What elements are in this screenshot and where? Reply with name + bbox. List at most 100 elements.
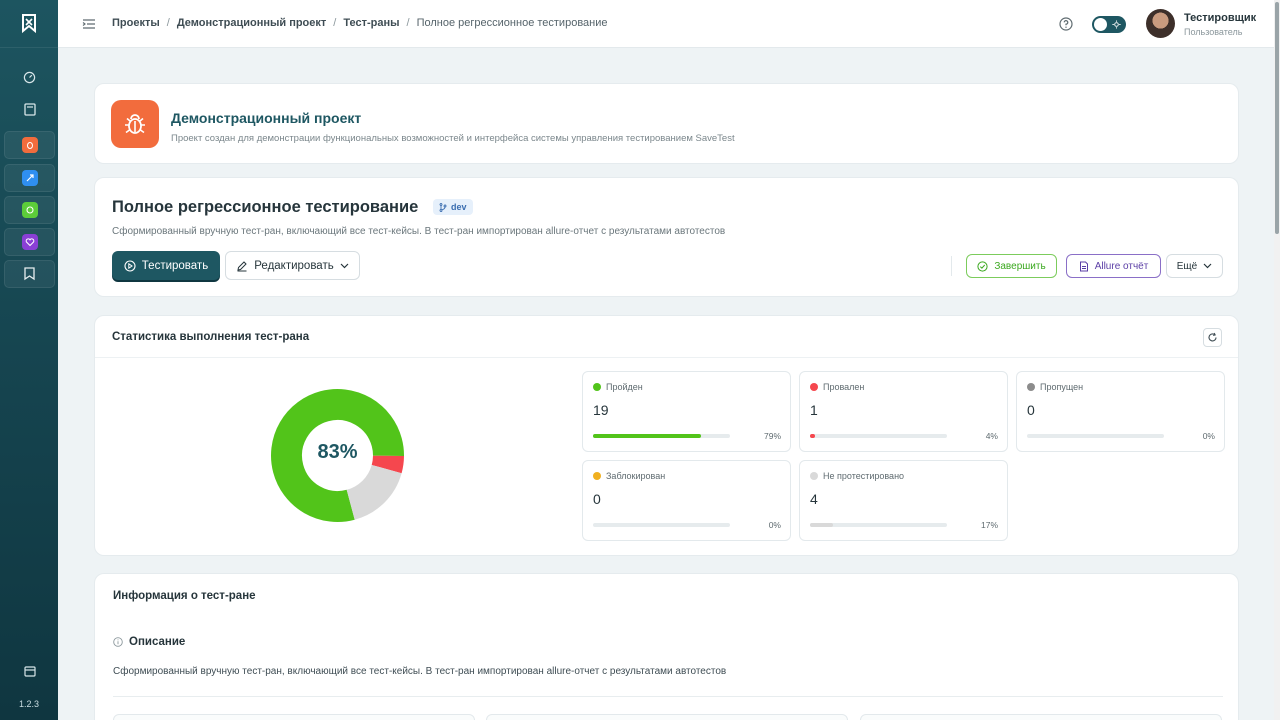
chevron-down-icon bbox=[340, 263, 349, 268]
sidebar-item-library[interactable] bbox=[4, 95, 55, 123]
page-scrollbar[interactable] bbox=[1274, 0, 1280, 720]
stat-label: Пропущен bbox=[1040, 382, 1084, 392]
stat-progress-fill bbox=[810, 434, 816, 438]
status-dot bbox=[1027, 383, 1035, 391]
stat-progress-track bbox=[593, 523, 730, 527]
app-version: 1.2.3 bbox=[18, 699, 40, 709]
scrollbar-thumb[interactable] bbox=[1275, 2, 1279, 234]
sidebar-item-project-rocket[interactable] bbox=[4, 164, 55, 192]
breadcrumb-current: Полное регрессионное тестирование bbox=[416, 17, 608, 29]
branch-name: dev bbox=[451, 202, 467, 212]
menu-toggle-icon[interactable] bbox=[82, 17, 96, 31]
stat-count: 0 bbox=[593, 491, 601, 507]
breadcrumb-test-runs[interactable]: Тест-раны bbox=[343, 17, 399, 29]
stat-progress-fill bbox=[810, 523, 834, 527]
info-divider bbox=[113, 696, 1223, 697]
stat-progress-track bbox=[593, 434, 730, 438]
play-circle-icon bbox=[124, 259, 136, 272]
branch-badge: dev bbox=[433, 199, 473, 215]
test-run-info-card: Информация о тест-ране Описание Сформиро… bbox=[94, 573, 1239, 720]
description-text: Сформированный вручную тест-ран, включаю… bbox=[113, 666, 727, 677]
start-testing-label: Тестировать bbox=[141, 259, 209, 272]
stat-tile: Пройден 19 79% bbox=[582, 371, 791, 452]
project-title[interactable]: Демонстрационный проект bbox=[171, 110, 361, 126]
project-card: Демонстрационный проект Проект создан дл… bbox=[94, 83, 1239, 164]
info-subcard bbox=[860, 714, 1222, 720]
stat-tile: Не протестировано 4 17% bbox=[799, 460, 1008, 541]
sidebar-item-calendar[interactable] bbox=[4, 657, 55, 685]
stat-label: Не протестировано bbox=[823, 471, 905, 481]
test-run-description: Сформированный вручную тест-ран, включаю… bbox=[112, 226, 726, 237]
git-branch-icon bbox=[439, 202, 447, 212]
logo-icon bbox=[22, 13, 36, 33]
start-testing-button[interactable]: Тестировать bbox=[112, 251, 220, 280]
toolbar-divider bbox=[951, 256, 952, 276]
chat-project-icon bbox=[21, 202, 38, 218]
stat-count: 4 bbox=[810, 491, 818, 507]
stat-progress-track bbox=[1027, 434, 1164, 438]
breadcrumb-separator: / bbox=[166, 17, 170, 29]
stat-label: Пройден bbox=[606, 382, 643, 392]
edit-dropdown-button[interactable]: Редактировать bbox=[225, 251, 360, 280]
breadcrumb-project[interactable]: Демонстрационный проект bbox=[177, 17, 326, 29]
theme-toggle-knob bbox=[1094, 18, 1107, 31]
stat-percent: 17% bbox=[980, 520, 998, 530]
sidebar: 1.2.3 bbox=[0, 0, 58, 720]
stat-percent: 0% bbox=[1202, 431, 1215, 441]
theme-toggle[interactable] bbox=[1092, 16, 1126, 33]
dashboard-icon bbox=[23, 71, 36, 83]
info-icon bbox=[113, 637, 123, 647]
topbar: Проекты / Демонстрационный проект / Тест… bbox=[58, 0, 1274, 48]
help-icon[interactable] bbox=[1059, 17, 1073, 31]
calendar-icon bbox=[23, 666, 36, 677]
breadcrumb-projects[interactable]: Проекты bbox=[112, 17, 160, 29]
sidebar-item-project-heart[interactable] bbox=[4, 228, 55, 256]
check-circle-icon bbox=[977, 260, 988, 272]
info-title: Информация о тест-ране bbox=[113, 590, 256, 602]
edit-label: Редактировать bbox=[254, 259, 334, 272]
stat-count: 0 bbox=[1027, 402, 1035, 418]
stat-count: 19 bbox=[593, 402, 609, 418]
more-dropdown-button[interactable]: Ещё bbox=[1166, 254, 1223, 278]
heart-project-icon bbox=[21, 234, 38, 250]
stat-label: Провален bbox=[823, 382, 865, 392]
stat-tile: Пропущен 0 0% bbox=[1016, 371, 1225, 452]
info-subcard bbox=[113, 714, 475, 720]
stat-count: 1 bbox=[810, 402, 818, 418]
bug-project-icon bbox=[21, 137, 38, 153]
sidebar-item-project-chat[interactable] bbox=[4, 196, 55, 224]
stat-tile: Провален 1 4% bbox=[799, 371, 1008, 452]
info-subcard bbox=[486, 714, 848, 720]
status-dot bbox=[810, 472, 818, 480]
breadcrumb-separator: / bbox=[333, 17, 337, 29]
rocket-project-icon bbox=[21, 170, 38, 186]
stats-title: Статистика выполнения тест-рана bbox=[112, 331, 310, 343]
app-logo[interactable] bbox=[0, 0, 58, 48]
sun-icon bbox=[1112, 20, 1121, 29]
allure-report-button[interactable]: Allure отчёт bbox=[1066, 254, 1161, 278]
pencil-icon bbox=[237, 260, 247, 271]
sidebar-item-project-savetest[interactable] bbox=[4, 260, 55, 288]
sidebar-item-dashboard[interactable] bbox=[4, 63, 55, 91]
document-icon bbox=[1079, 261, 1088, 271]
user-name[interactable]: Тестировщик bbox=[1184, 12, 1256, 24]
stats-header: Статистика выполнения тест-рана bbox=[95, 316, 1238, 358]
breadcrumb: Проекты / Демонстрационный проект / Тест… bbox=[112, 17, 608, 29]
donut-percent-label: 83% bbox=[317, 441, 358, 463]
run-statistics-card: Статистика выполнения тест-рана 83% Прой… bbox=[94, 315, 1239, 556]
logo-project-icon bbox=[24, 267, 35, 281]
stat-label: Заблокирован bbox=[606, 471, 666, 481]
description-heading: Описание bbox=[113, 636, 185, 648]
refresh-icon bbox=[1208, 332, 1217, 342]
sidebar-item-project-bug[interactable] bbox=[4, 131, 55, 159]
stat-percent: 0% bbox=[768, 520, 781, 530]
refresh-button[interactable] bbox=[1203, 328, 1222, 347]
avatar[interactable] bbox=[1146, 9, 1175, 38]
stat-progress-track bbox=[810, 523, 947, 527]
finish-run-button[interactable]: Завершить bbox=[966, 254, 1057, 278]
page-title: Полное регрессионное тестирование bbox=[112, 198, 419, 216]
stat-tile: Заблокирован 0 0% bbox=[582, 460, 791, 541]
user-role: Пользователь bbox=[1184, 27, 1243, 37]
more-label: Ещё bbox=[1176, 260, 1198, 272]
project-avatar bbox=[111, 100, 159, 148]
